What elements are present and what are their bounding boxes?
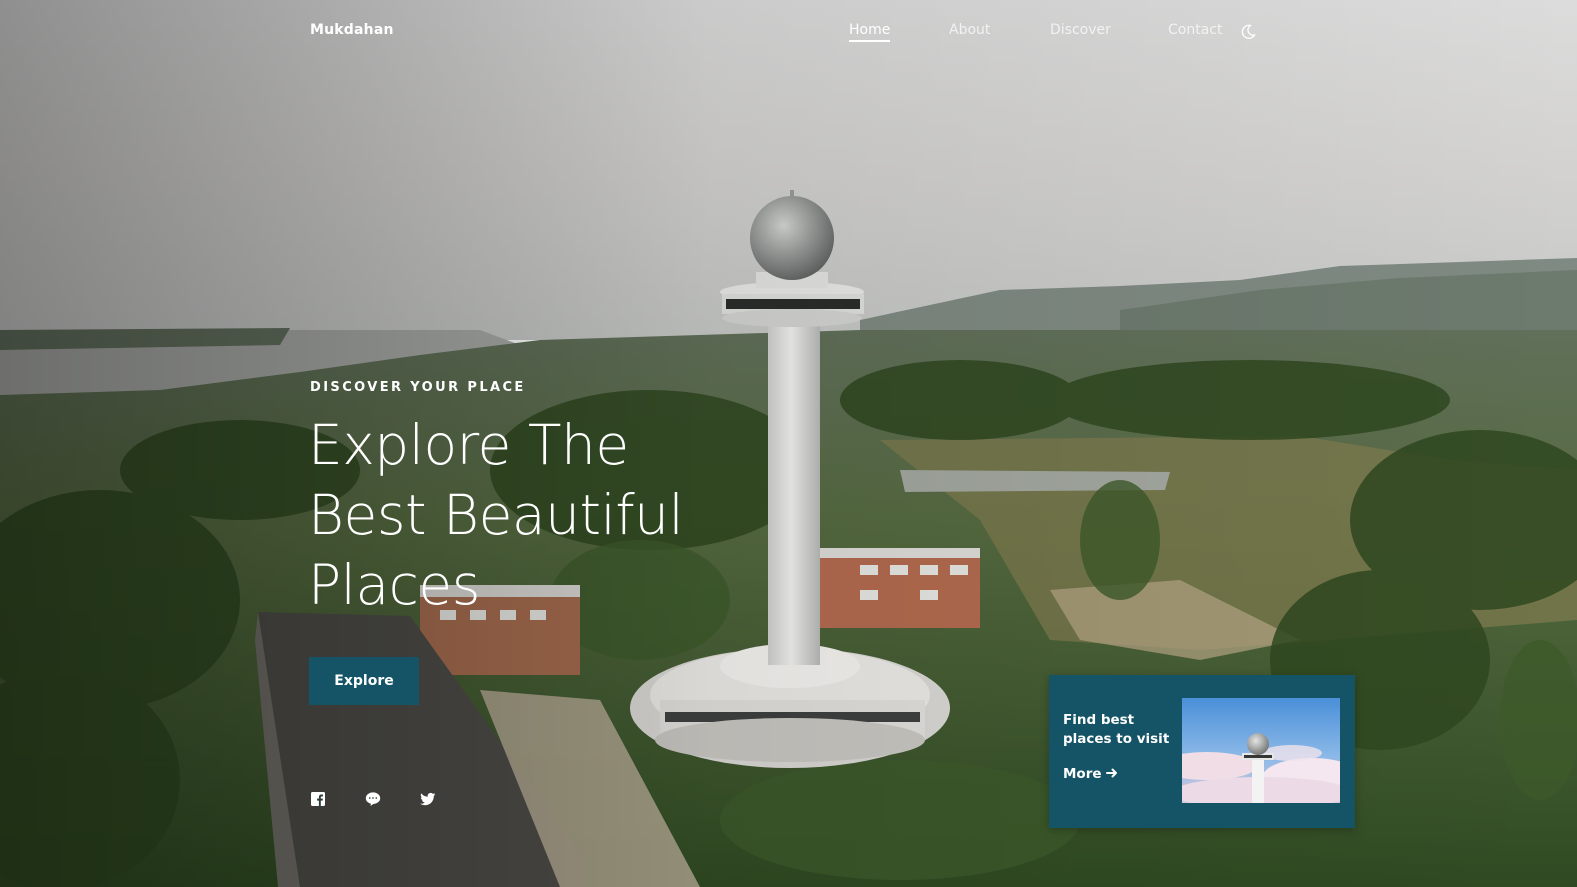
hero-title: Explore The Best Beautiful Places: [308, 410, 768, 620]
card-more-label: More: [1063, 766, 1102, 782]
featured-place-card[interactable]: Find best places to visit More: [1049, 675, 1355, 828]
site-header: Mukdahan Home About Discover Contact: [0, 0, 1577, 64]
hero-title-line: Explore The: [308, 413, 629, 477]
nav-contact[interactable]: Contact: [1168, 22, 1222, 38]
facebook-icon[interactable]: [310, 791, 326, 807]
hero-title-line: Places: [308, 553, 480, 617]
explore-button[interactable]: Explore: [309, 657, 419, 705]
brand-logo[interactable]: Mukdahan: [310, 22, 394, 38]
card-text: Find best places to visit: [1063, 712, 1170, 747]
hero-eyebrow: DISCOVER YOUR PLACE: [310, 380, 526, 395]
twitter-icon[interactable]: [420, 791, 436, 807]
nav-home[interactable]: Home: [849, 22, 891, 42]
line-chat-icon[interactable]: [365, 791, 381, 807]
hero-title-line: Best Beautiful: [308, 483, 684, 547]
card-thumbnail-image: [1182, 698, 1340, 803]
arrow-right-icon: [1106, 767, 1118, 779]
card-more-link[interactable]: More: [1063, 766, 1118, 782]
nav-discover[interactable]: Discover: [1050, 22, 1111, 38]
moon-icon[interactable]: [1240, 24, 1256, 40]
nav-about[interactable]: About: [949, 22, 990, 38]
